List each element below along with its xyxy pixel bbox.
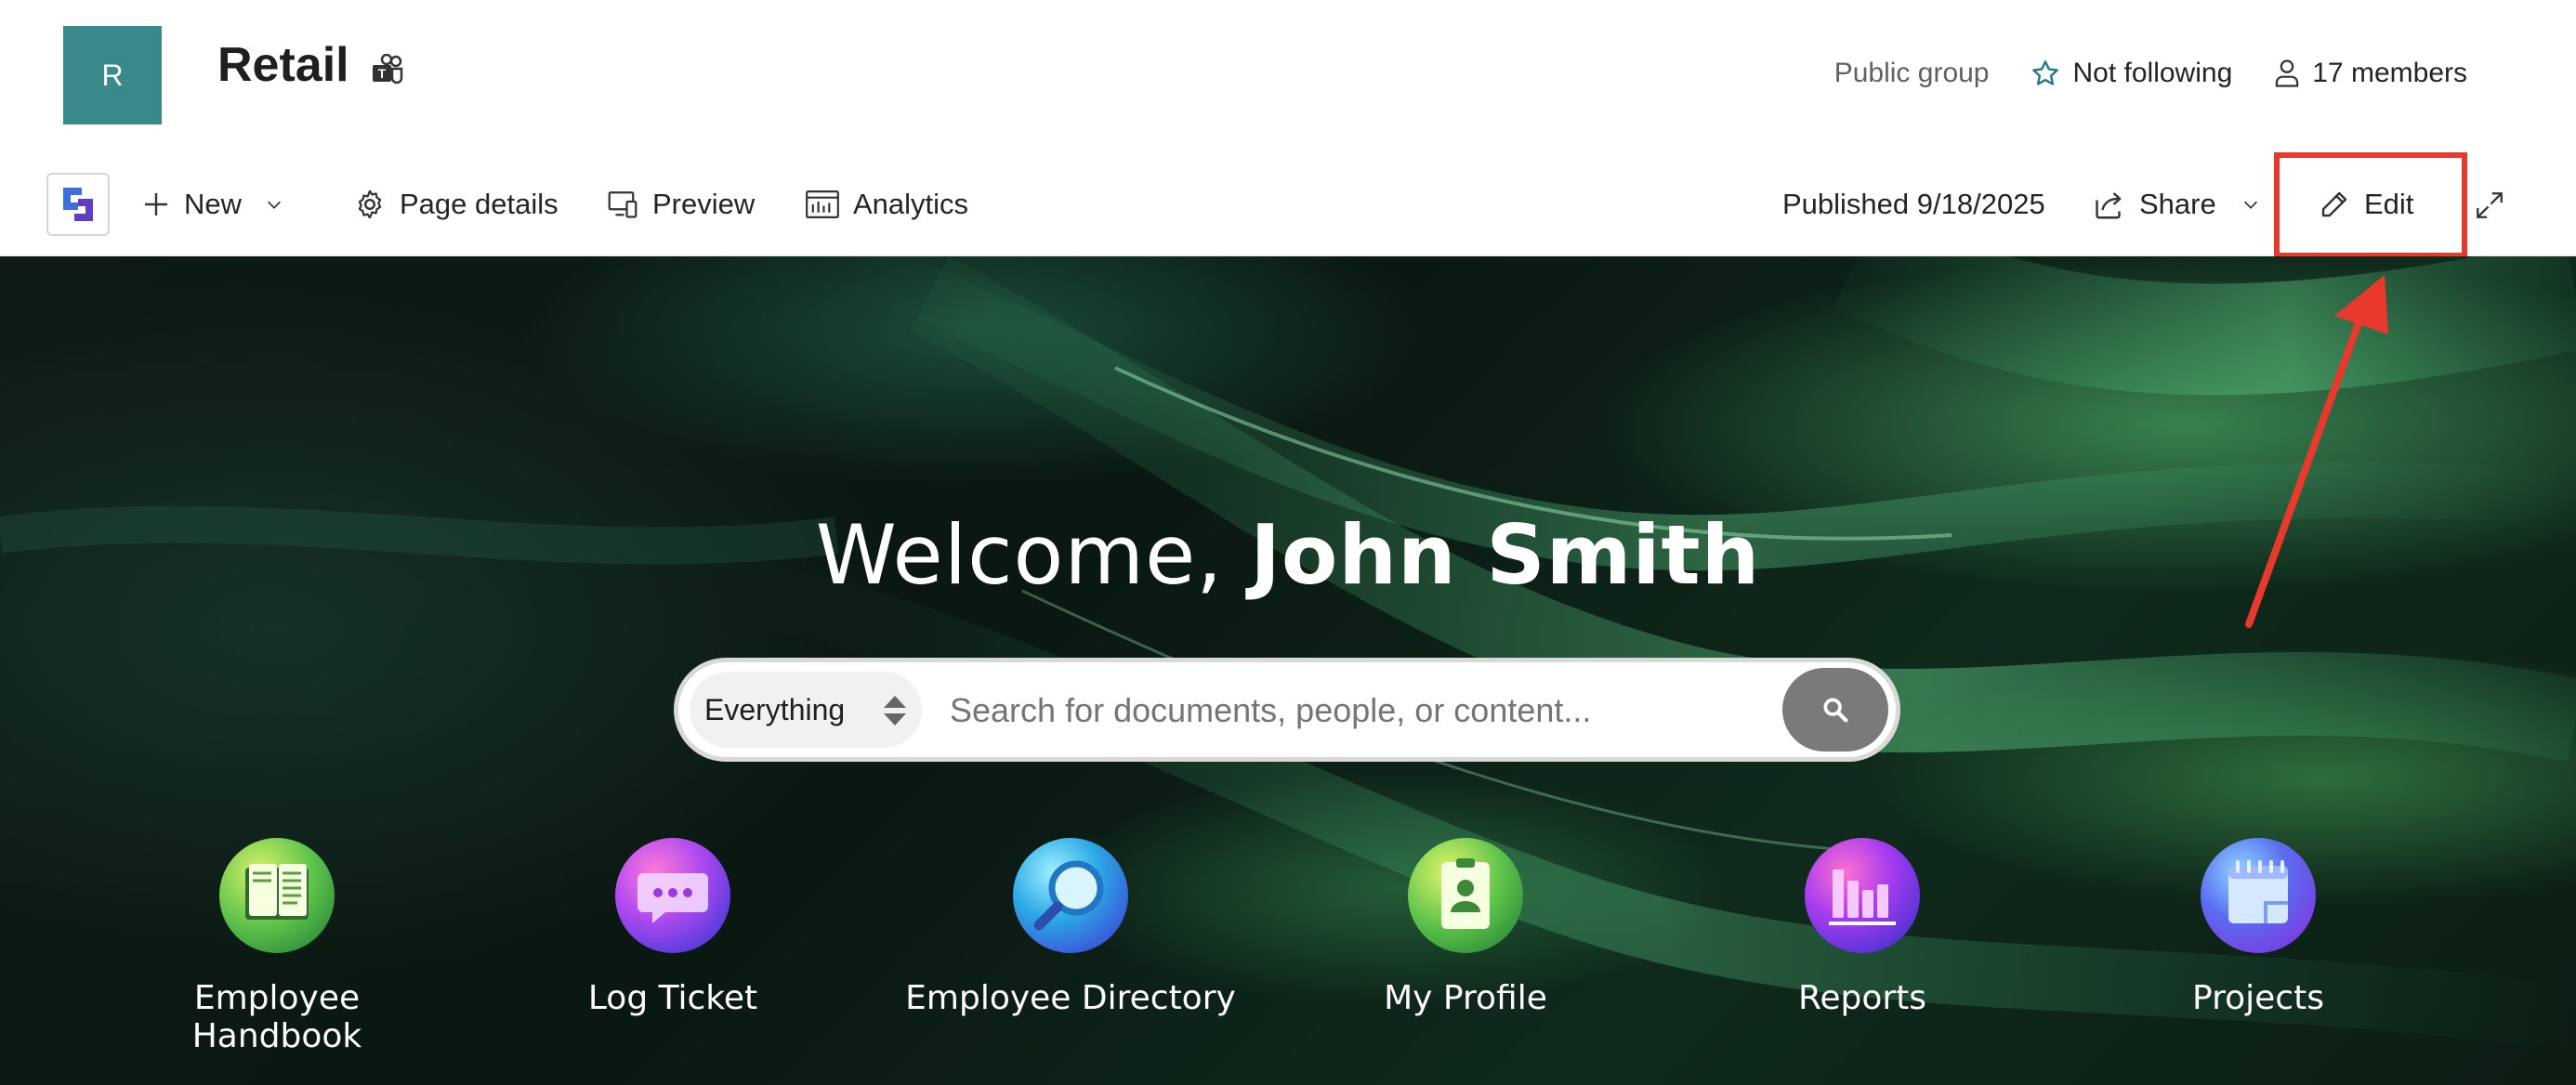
follow-button[interactable]: Not following: [2031, 58, 2233, 89]
preview-button[interactable]: Preview: [606, 153, 755, 255]
quick-link-log-ticket[interactable]: Log Ticket: [506, 838, 840, 1017]
share-icon: [2096, 192, 2122, 219]
members-label: 17 members: [2312, 58, 2467, 88]
user-name: John Smith: [1250, 507, 1761, 603]
search-box: Everything: [674, 658, 1900, 762]
preview-label: Preview: [652, 188, 756, 220]
quick-link-label: My Profile: [1384, 979, 1547, 1017]
star-icon: [2031, 60, 2058, 85]
follow-label: Not following: [2072, 58, 2233, 88]
book-icon: [219, 838, 335, 953]
quick-link-employee-directory[interactable]: Employee Directory: [903, 838, 1238, 1017]
members-button[interactable]: 17 members: [2273, 58, 2467, 89]
search-input[interactable]: [948, 672, 1769, 750]
page-details-label: Page details: [400, 188, 559, 220]
quick-link-label: Employee Handbook: [191, 979, 362, 1055]
quick-link-label: Employee Directory: [905, 979, 1236, 1017]
quick-link-my-profile[interactable]: My Profile: [1298, 838, 1633, 1017]
edit-highlight-box: [2274, 152, 2467, 258]
teams-icon[interactable]: T: [370, 54, 405, 87]
notepad-icon: [2201, 838, 2316, 953]
chat-bubble-icon: [615, 838, 730, 953]
quick-link-label: Reports: [1797, 979, 1927, 1017]
quick-link-label: Projects: [2192, 979, 2324, 1017]
site-header-actions: Public group Not following 17 members: [1834, 58, 2467, 89]
analytics-icon: [806, 190, 839, 218]
welcome-heading: Welcome, John Smith: [0, 507, 2576, 603]
privacy-label: Public group: [1833, 58, 1990, 88]
new-label: New: [184, 188, 243, 220]
svg-text:T: T: [378, 66, 387, 81]
preview-devices-icon: [608, 191, 637, 218]
app-logo-icon: [63, 188, 93, 221]
analytics-button[interactable]: Analytics: [805, 153, 968, 255]
site-header: R Retail T Public group Not following 17…: [0, 0, 2576, 153]
person-icon: [2276, 59, 2299, 87]
page-details-button[interactable]: Page details: [353, 153, 559, 255]
quick-link-projects[interactable]: Projects: [2091, 838, 2425, 1017]
search-scope-value: Everything: [704, 692, 846, 726]
magnifier-icon: [1013, 838, 1128, 953]
search-scope-select[interactable]: Everything: [690, 672, 922, 748]
new-button[interactable]: New: [141, 153, 284, 255]
app-launcher-button[interactable]: [46, 173, 110, 236]
published-status: Published 9/18/2025: [1782, 188, 2045, 220]
welcome-prefix: Welcome,: [815, 507, 1251, 603]
chevron-down-icon: [2243, 201, 2257, 209]
bar-chart-icon: [1805, 838, 1920, 953]
plus-icon: [145, 193, 167, 216]
chevron-down-icon: [268, 201, 282, 209]
command-bar: New Page details Preview Analytics Publi…: [0, 153, 2576, 256]
site-logo[interactable]: R: [63, 26, 162, 124]
hero-banner: Welcome, John Smith Everything Search fo…: [0, 256, 2576, 1085]
quick-link-employee-handbook[interactable]: Employee Handbook: [110, 838, 444, 1055]
share-button[interactable]: Share: [2093, 153, 2261, 255]
search-icon: [1823, 698, 1848, 723]
site-title[interactable]: Retail: [217, 37, 349, 93]
quick-link-label: Log Ticket: [587, 979, 758, 1017]
search-button[interactable]: [1782, 668, 1888, 752]
expand-icon[interactable]: [2474, 189, 2505, 222]
sort-arrows-icon: [884, 696, 906, 726]
id-badge-icon: [1408, 838, 1523, 953]
gear-icon: [358, 190, 382, 219]
share-label: Share: [2139, 188, 2216, 220]
analytics-label: Analytics: [853, 188, 969, 220]
quick-link-reports[interactable]: Reports: [1695, 838, 2030, 1017]
